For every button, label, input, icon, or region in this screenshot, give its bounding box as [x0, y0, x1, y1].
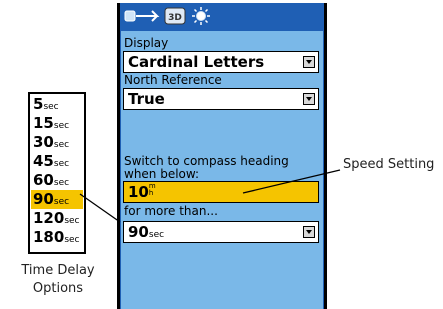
time-delay-options-caption: Time Delay Options — [16, 262, 100, 298]
caption-line2: Options — [32, 281, 84, 296]
speed-setting-caption: Speed Setting — [343, 157, 435, 172]
speed-setting-leader-line — [242, 169, 341, 194]
caption-line1: Time Delay — [21, 263, 95, 278]
time-delay-leader-line — [79, 193, 121, 223]
